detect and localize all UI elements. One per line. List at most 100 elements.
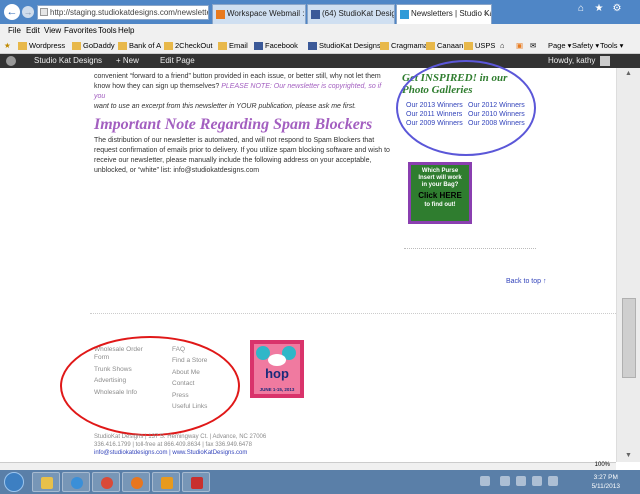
taskbar-firefox[interactable]	[122, 472, 150, 492]
article-line: convenient “forward to a friend” button …	[94, 73, 381, 80]
flag-icon[interactable]	[532, 476, 542, 486]
keyboard-icon[interactable]	[480, 476, 490, 486]
scroll-thumb[interactable]	[622, 298, 636, 378]
start-button-icon[interactable]	[4, 472, 24, 492]
taskbar-explorer[interactable]	[32, 472, 60, 492]
back-to-top-link[interactable]: Back to top ↑	[506, 278, 546, 285]
bookmark-icon	[426, 42, 435, 50]
clock[interactable]: 3:27 PM 5/11/2013	[592, 473, 620, 491]
menu-view[interactable]: View	[44, 24, 61, 38]
footer-email-link[interactable]: info@studiokatdesigns.com | www.StudioKa…	[94, 450, 247, 456]
favorites-star-icon[interactable]: ★	[592, 2, 606, 16]
spam-line: unblocked, or “white” list: info@studiok…	[94, 167, 260, 174]
tab-label: (64) StudioKat Designs	[322, 9, 394, 18]
menu-help[interactable]: Help	[118, 24, 134, 38]
screen: ← → http://staging.studiokatdesigns.com/…	[0, 0, 640, 494]
wordpress-icon	[18, 42, 27, 50]
speaker-icon[interactable]	[548, 476, 558, 486]
windows-taskbar: 3:27 PM 5/11/2013	[0, 470, 640, 494]
mail-icon[interactable]: ✉	[530, 38, 536, 54]
fav-cragmama[interactable]: Cragmama	[380, 38, 428, 54]
fav-usps[interactable]: USPS	[464, 38, 495, 54]
outlook-icon	[161, 477, 173, 489]
wp-site-link[interactable]: Studio Kat Designs	[34, 54, 102, 68]
fav-studiokat[interactable]: StudioKat Designs	[308, 38, 381, 54]
address-url: http://staging.studiokatdesigns.com/news…	[50, 8, 209, 17]
menu-file[interactable]: File	[8, 24, 21, 38]
address-bar[interactable]: http://staging.studiokatdesigns.com/news…	[37, 5, 209, 20]
firefox-icon	[131, 477, 143, 489]
blog-hop-badge[interactable]: hop JUNE 1-15, 2013	[250, 340, 304, 398]
menu-bar: File Edit View Favorites Tools Help	[0, 24, 640, 38]
article-paragraph: convenient “forward to a friend” button …	[94, 72, 390, 112]
checkout-icon	[164, 42, 173, 50]
article-line: know how they can sign up themselves? PL…	[94, 83, 382, 100]
tab-facebook[interactable]: (64) StudioKat Designs	[307, 4, 395, 24]
spam-paragraph: The distribution of our newsletter is au…	[94, 136, 390, 176]
back-button[interactable]: ←	[4, 4, 20, 20]
tools-menu[interactable]: Tools ▾	[600, 38, 623, 54]
fav-2checkout[interactable]: 2CheckOut	[164, 38, 213, 54]
menu-tools[interactable]: Tools	[98, 24, 117, 38]
footer-address: StudioKat Designs | 137 S. Hemingway Ct.…	[94, 434, 267, 440]
menu-edit[interactable]: Edit	[26, 24, 40, 38]
zoom-level[interactable]: 100%	[595, 462, 610, 468]
favorites-bar: ★ Wordpress GoDaddy Bank of A 2CheckOut …	[0, 38, 640, 54]
ad-cta: Click HERE	[418, 191, 462, 200]
facebook-icon	[308, 42, 317, 50]
gear-icon[interactable]: ⚙	[610, 2, 624, 16]
fav-email[interactable]: Email	[218, 38, 248, 54]
email-icon	[218, 42, 227, 50]
fav-facebook[interactable]: Facebook	[254, 38, 298, 54]
clock-date: 5/11/2013	[591, 483, 620, 490]
fav-godaddy[interactable]: GoDaddy	[72, 38, 115, 54]
internet-explorer-icon	[71, 477, 83, 489]
facebook-icon	[311, 10, 320, 19]
safety-menu[interactable]: Safety ▾	[572, 38, 599, 54]
forward-button[interactable]: →	[22, 6, 34, 18]
page-icon	[40, 8, 48, 16]
page-scrollbar[interactable]: ▲ ▼	[616, 68, 640, 462]
purse-insert-ad[interactable]: Which Purse Insert will work in your Bag…	[408, 162, 472, 224]
wordpress-logo-icon[interactable]	[6, 56, 16, 66]
network-icon[interactable]	[500, 476, 510, 486]
hop-dates: JUNE 1-15, 2013	[259, 387, 295, 392]
spam-heading: Important Note Regarding Spam Blockers	[94, 116, 373, 133]
taskbar-outlook[interactable]	[152, 472, 180, 492]
webmail-icon	[216, 10, 225, 19]
rss-icon[interactable]: ▣	[516, 38, 523, 54]
taskbar-chrome[interactable]	[92, 472, 120, 492]
page-menu[interactable]: Page ▾	[548, 38, 571, 54]
favorites-star-icon[interactable]: ★	[4, 38, 11, 54]
tab-label: Workspace Webmail :: Mail Ind...	[227, 9, 305, 18]
ad-text: to find out!	[424, 202, 456, 208]
sidebar-divider	[404, 248, 536, 249]
home-icon[interactable]: ⌂	[574, 2, 588, 16]
volume-icon[interactable]	[516, 476, 526, 486]
article-line: want to use an excerpt from this newslet…	[94, 103, 357, 110]
fav-wordpress[interactable]: Wordpress	[18, 38, 65, 54]
ad-text: in your Bag?	[421, 182, 459, 188]
tab-newsletters[interactable]: Newsletters | Studio Kat De... ×	[396, 4, 492, 24]
status-bar: 100%	[0, 462, 616, 470]
ad-text: Which Purse	[421, 168, 459, 174]
footer-phone: 336.416.1799 | toll-free at 866.409.8634…	[94, 442, 252, 448]
close-tab-icon[interactable]: ×	[483, 5, 488, 23]
scroll-down-icon[interactable]: ▼	[625, 452, 632, 459]
red-annotation-circle	[60, 336, 240, 436]
site-icon	[400, 10, 409, 19]
fav-canaan[interactable]: Canaan	[426, 38, 463, 54]
menu-favorites[interactable]: Favorites	[64, 24, 97, 38]
tab-webmail[interactable]: Workspace Webmail :: Mail Ind...	[212, 4, 306, 24]
chrome-icon	[101, 477, 113, 489]
godaddy-icon	[72, 42, 81, 50]
browser-title-bar: ← → http://staging.studiokatdesigns.com/…	[0, 0, 640, 24]
taskbar-app[interactable]	[182, 472, 210, 492]
bookmark-icon	[380, 42, 389, 50]
taskbar-ie[interactable]	[62, 472, 90, 492]
scroll-up-icon[interactable]: ▲	[625, 70, 632, 77]
home-tool-icon[interactable]: ⌂	[500, 38, 505, 54]
avatar[interactable]	[600, 56, 610, 66]
wp-howdy[interactable]: Howdy, kathy	[548, 54, 595, 68]
fav-bank[interactable]: Bank of A	[118, 38, 161, 54]
